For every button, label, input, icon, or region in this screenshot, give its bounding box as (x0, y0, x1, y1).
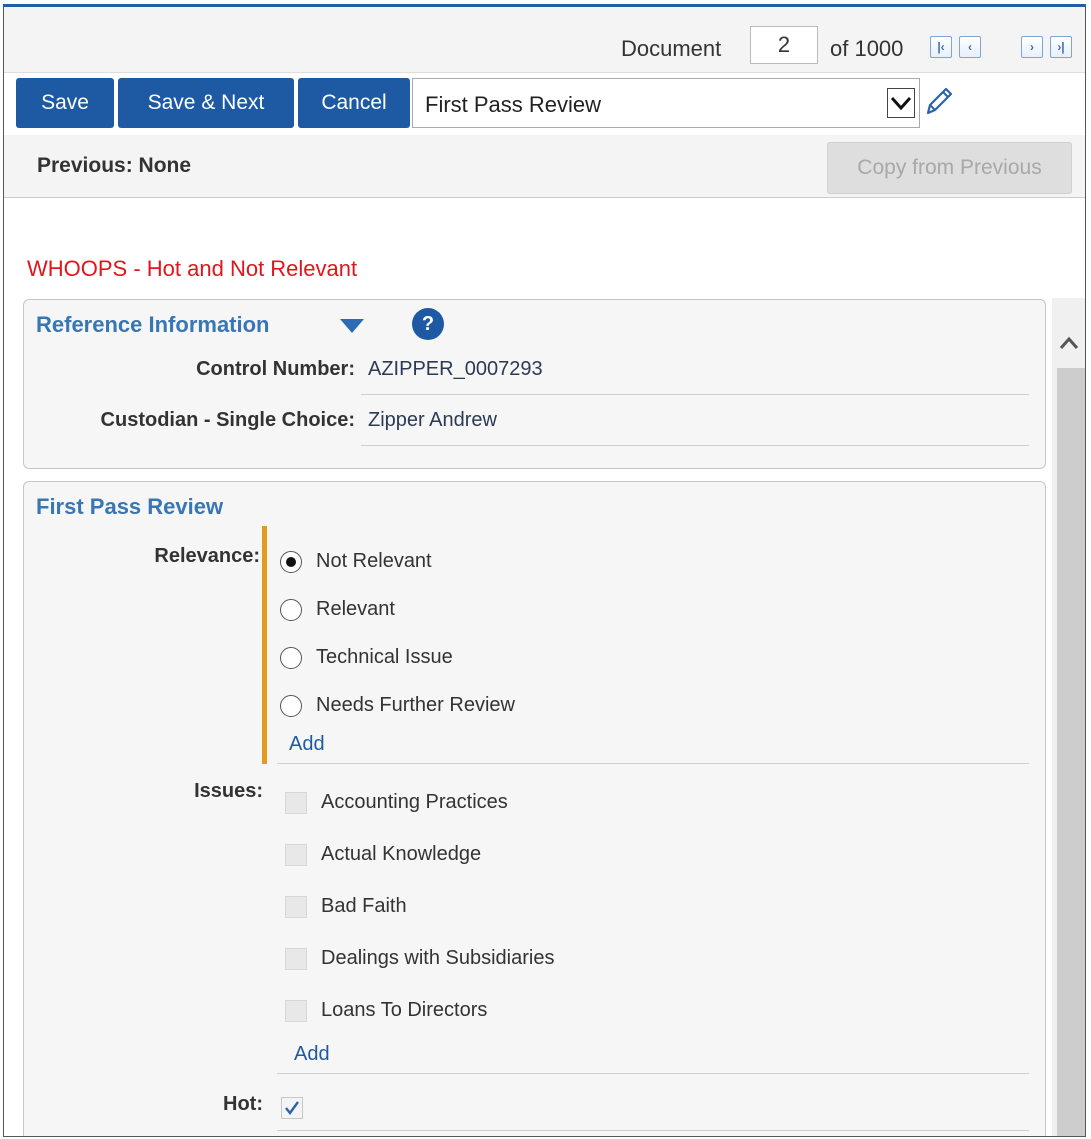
custodian-value: Zipper Andrew (368, 409, 497, 431)
issues-add-link[interactable]: Add (294, 1043, 330, 1066)
toolbar: Save Save & Next Cancel First Pass Revie… (4, 75, 1085, 131)
option-label: Relevant (316, 598, 395, 620)
radio-needs-further-review[interactable] (280, 695, 302, 717)
first-page-button[interactable]: |‹ (930, 36, 952, 58)
document-label: Document (621, 36, 722, 61)
first-page-icon: |‹ (937, 40, 945, 54)
option-label: Dealings with Subsidiaries (321, 947, 555, 969)
radio-technical-issue[interactable] (280, 647, 302, 669)
next-page-button[interactable]: › (1021, 36, 1043, 58)
save-next-button[interactable]: Save & Next (118, 78, 294, 128)
hot-label: Hot: (223, 1093, 263, 1115)
first-pass-review-title: First Pass Review (36, 494, 224, 519)
divider (277, 1130, 1029, 1131)
document-number-input[interactable] (750, 26, 818, 64)
scroll-thumb[interactable] (1057, 368, 1085, 1136)
collapse-triangle-icon[interactable] (340, 319, 364, 333)
divider (277, 1073, 1029, 1074)
control-number-value: AZIPPER_0007293 (368, 358, 543, 380)
checkmark-icon (285, 1101, 299, 1115)
reference-information-title: Reference Information (36, 312, 270, 337)
save-button[interactable]: Save (16, 78, 114, 128)
prev-page-icon: ‹ (968, 40, 972, 54)
checkbox-loans-to-directors[interactable] (285, 1000, 307, 1022)
help-icon[interactable]: ? (412, 308, 444, 340)
divider (277, 763, 1029, 764)
scrollbar[interactable] (1052, 298, 1085, 1136)
option-label: Accounting Practices (321, 791, 508, 813)
copy-from-previous-button[interactable]: Copy from Previous (827, 142, 1072, 194)
custodian-label: Custodian - Single Choice: (100, 409, 355, 431)
option-label: Not Relevant (316, 550, 432, 572)
prev-page-button[interactable]: ‹ (959, 36, 981, 58)
checkbox-hot[interactable] (281, 1097, 303, 1119)
document-total: of 1000 (830, 36, 904, 61)
issues-label: Issues: (194, 780, 263, 802)
scroll-up-icon[interactable] (1052, 323, 1085, 363)
option-label: Needs Further Review (316, 694, 515, 716)
option-label: Loans To Directors (321, 999, 488, 1021)
next-page-icon: › (1030, 40, 1034, 54)
chevron-down-icon[interactable] (887, 88, 915, 118)
checkbox-actual-knowledge[interactable] (285, 844, 307, 866)
radio-not-relevant[interactable] (280, 551, 302, 573)
previous-bar: Previous: None Copy from Previous (4, 135, 1085, 198)
relevance-add-link[interactable]: Add (289, 733, 325, 756)
pencil-icon[interactable] (922, 83, 954, 119)
divider (361, 394, 1029, 395)
control-number-label: Control Number: (196, 358, 355, 380)
radio-relevant[interactable] (280, 599, 302, 621)
required-indicator (262, 526, 267, 764)
option-label: Bad Faith (321, 895, 407, 917)
previous-label: Previous: None (37, 154, 192, 177)
coding-pane: Document of 1000 |‹ ‹ › ›| Save Save & N… (3, 4, 1086, 1137)
cancel-button[interactable]: Cancel (298, 78, 410, 128)
checkbox-accounting-practices[interactable] (285, 792, 307, 814)
layout-select-value: First Pass Review (425, 92, 602, 117)
option-label: Technical Issue (316, 646, 453, 668)
last-page-icon: ›| (1057, 40, 1065, 54)
validation-warning: WHOOPS - Hot and Not Relevant (27, 256, 358, 281)
checkbox-bad-faith[interactable] (285, 896, 307, 918)
divider (361, 445, 1029, 446)
document-nav-bar: Document of 1000 |‹ ‹ › ›| (4, 7, 1085, 73)
reference-information-panel: Reference Information ? Control Number: … (23, 299, 1046, 469)
last-page-button[interactable]: ›| (1050, 36, 1072, 58)
first-pass-review-panel: First Pass Review Relevance: Not Relevan… (23, 481, 1046, 1136)
option-label: Actual Knowledge (321, 843, 482, 865)
relevance-label: Relevance: (154, 545, 260, 567)
checkbox-dealings-with-subsidiaries[interactable] (285, 948, 307, 970)
layout-select[interactable]: First Pass Review (412, 78, 920, 128)
